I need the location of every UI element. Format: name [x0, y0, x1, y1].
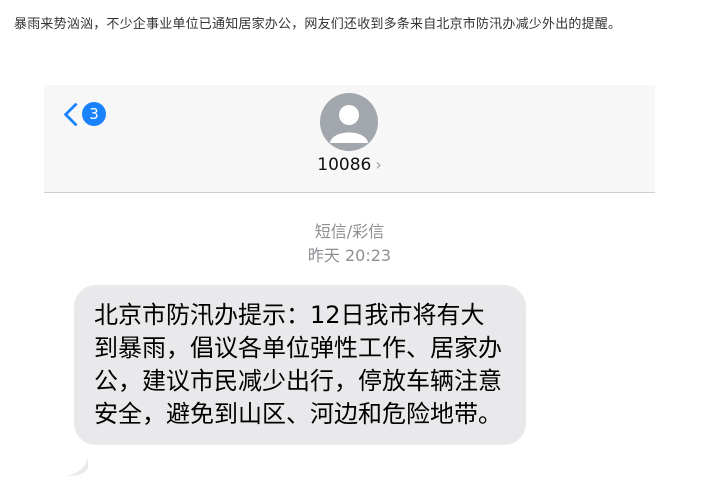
message-type-label: 短信/彩信	[314, 222, 385, 241]
message-timestamp: 昨天 20:23	[307, 246, 392, 265]
sms-screenshot: 3 10086 › 短信/彩信 昨天 20:23 北京市防汛办提示：12日我市将有…	[44, 85, 655, 498]
conversation-header: 3 10086 ›	[44, 85, 655, 193]
back-button[interactable]: 3	[62, 100, 106, 128]
article-paragraph: 暴雨来势汹汹，不少企事业单位已通知居家办公，网友们还收到多条来自北京市防汛办减少…	[14, 17, 622, 32]
contact-name-button[interactable]: 10086 ›	[44, 155, 655, 175]
contact-avatar[interactable]	[320, 93, 378, 151]
contact-name: 10086	[317, 155, 372, 175]
chevron-right-icon: ›	[375, 155, 382, 174]
bubble-tail	[66, 457, 88, 477]
person-icon	[330, 105, 368, 143]
message-meta: 短信/彩信 昨天 20:23	[44, 220, 655, 268]
message-bubble[interactable]: 北京市防汛办提示：12日我市将有大到暴雨，倡议各单位弹性工作、居家办公，建议市民…	[74, 285, 526, 445]
chevron-left-icon	[62, 100, 80, 128]
